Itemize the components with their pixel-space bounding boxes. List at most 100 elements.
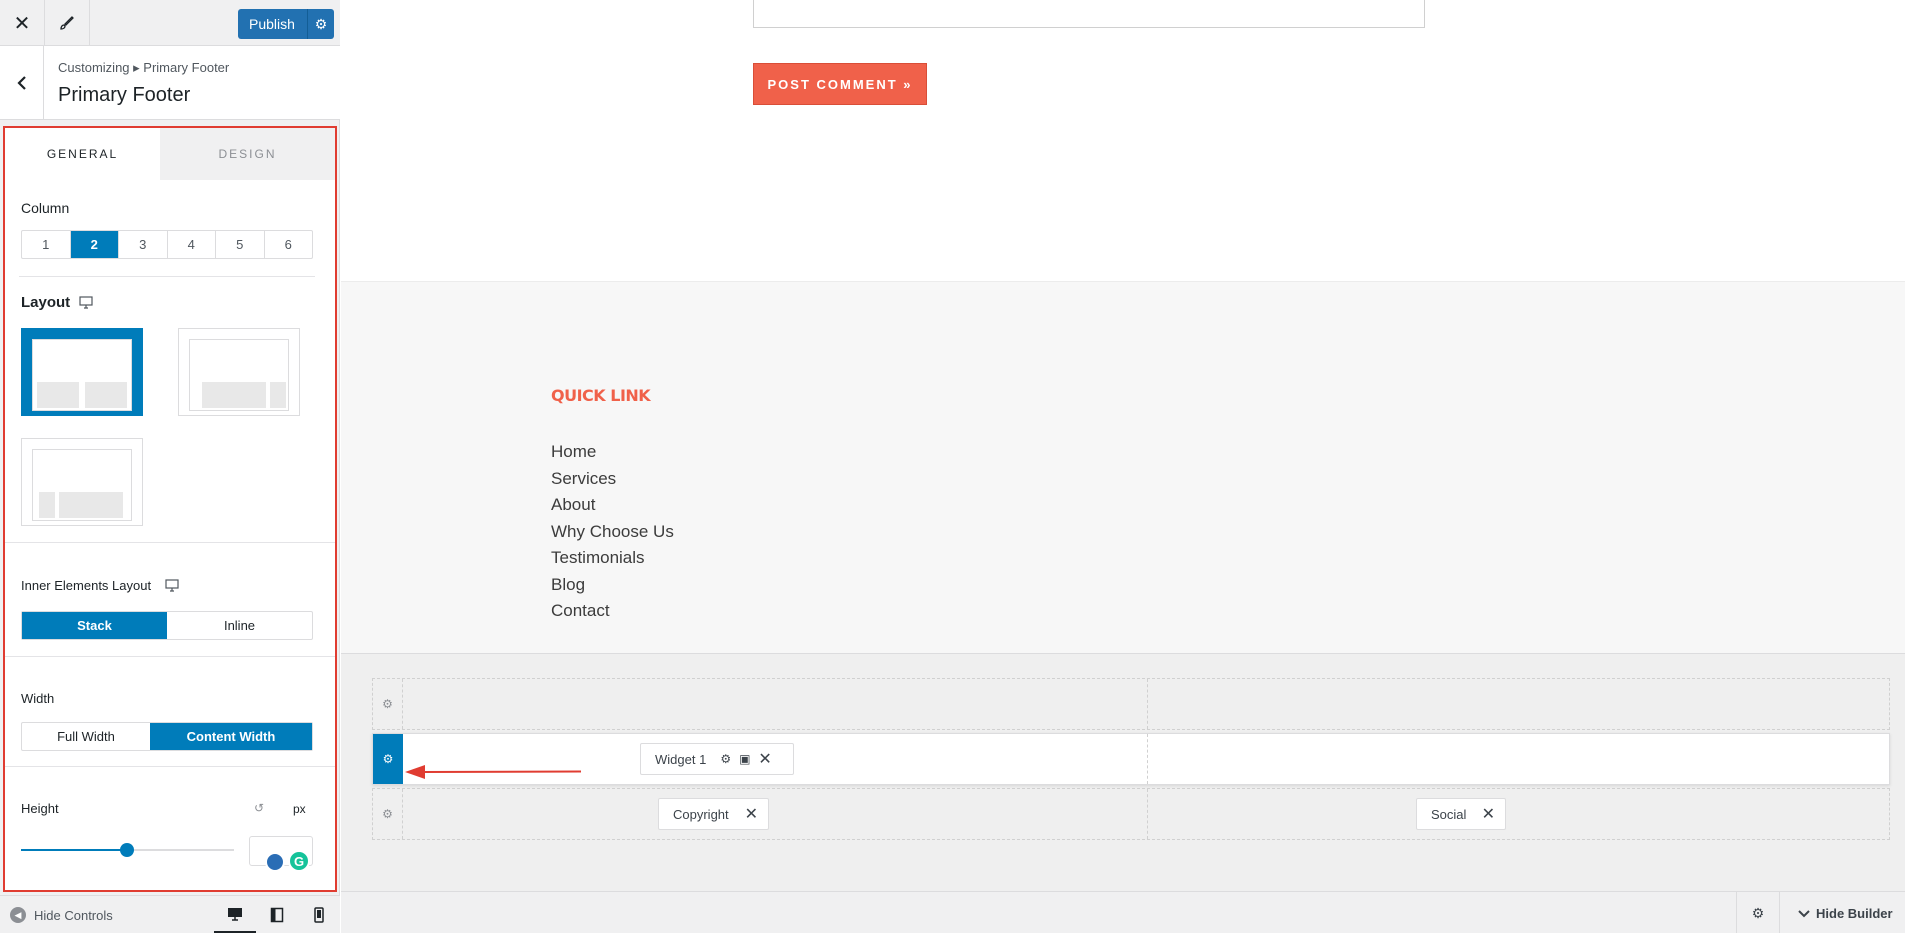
- footer-link-home[interactable]: Home: [551, 439, 674, 466]
- settings-tabs: GENERAL DESIGN: [5, 128, 335, 180]
- column-divider: [1147, 789, 1148, 839]
- layout-option-equal[interactable]: [21, 328, 143, 416]
- tablet-preview-icon[interactable]: [256, 896, 298, 933]
- column-divider: [1147, 679, 1148, 729]
- column-option-2[interactable]: 2: [70, 231, 119, 258]
- column-option-6[interactable]: 6: [265, 231, 313, 258]
- hide-controls-label: Hide Controls: [34, 907, 113, 923]
- column-label: Column: [21, 200, 70, 216]
- footer-link-contact[interactable]: Contact: [551, 598, 674, 625]
- layout-block: [270, 382, 286, 408]
- close-icon[interactable]: ✕: [1482, 804, 1505, 824]
- footer-link-testimonials[interactable]: Testimonials: [551, 545, 674, 572]
- post-comment-button[interactable]: POST COMMENT »: [753, 63, 927, 105]
- builder-row-primary: ⚙ Widget 1 ⚙ ▣ ✕: [372, 733, 1890, 785]
- builder-row-above: ⚙: [372, 678, 1890, 730]
- close-icon[interactable]: ✕: [745, 804, 768, 824]
- column-option-5[interactable]: 5: [216, 231, 265, 258]
- customizer-sidebar: ✕ Publish ⚙ Customizing ▸ Primary Footer…: [0, 0, 340, 933]
- comment-textarea[interactable]: [753, 0, 1425, 28]
- section-header: Customizing ▸ Primary Footer Primary Foo…: [0, 46, 340, 120]
- assistant-icon[interactable]: [265, 852, 285, 872]
- inner-layout-toggle: Stack Inline: [21, 611, 313, 640]
- hide-builder-label: Hide Builder: [1816, 905, 1893, 921]
- publish-label: Publish: [249, 16, 295, 32]
- width-toggle: Full Width Content Width: [21, 722, 313, 751]
- footer-link-about[interactable]: About: [551, 492, 674, 519]
- width-label: Width: [21, 691, 55, 706]
- inner-layout-label: Inner Elements Layout: [21, 578, 152, 593]
- height-slider-fill: [21, 849, 127, 851]
- social-label: Social: [1431, 806, 1467, 822]
- builder-settings-gear-icon[interactable]: ⚙: [1736, 892, 1780, 933]
- footer-link-services[interactable]: Services: [551, 466, 674, 493]
- footer-link-why-choose-us[interactable]: Why Choose Us: [551, 519, 674, 546]
- site-preview: POST COMMENT » QUICK LINK Home Services …: [341, 0, 1905, 933]
- paintbrush-icon[interactable]: [45, 0, 90, 46]
- gear-icon[interactable]: ⚙: [720, 752, 731, 766]
- copyright-label: Copyright: [673, 806, 729, 822]
- divider: [5, 656, 335, 657]
- layout-block: [37, 382, 79, 408]
- close-icon[interactable]: ✕: [0, 0, 45, 46]
- publish-settings-icon[interactable]: ⚙: [307, 9, 334, 39]
- customizer-topbar: ✕ Publish ⚙: [0, 0, 340, 46]
- column-option-4[interactable]: 4: [168, 231, 216, 258]
- close-icon[interactable]: ✕: [758, 749, 771, 769]
- row-settings-gear-icon[interactable]: ⚙: [373, 679, 403, 729]
- layout-preview: [32, 339, 132, 411]
- quick-link-title: QUICK LINK: [551, 386, 651, 405]
- chevron-down-icon: [1798, 906, 1810, 921]
- breadcrumb: Customizing ▸ Primary Footer: [58, 60, 230, 75]
- column-divider: [1147, 734, 1148, 784]
- layout-label: Layout: [21, 294, 71, 311]
- grammarly-icon[interactable]: G: [288, 850, 310, 872]
- social-chip[interactable]: Social ✕: [1416, 798, 1506, 830]
- hide-builder-button[interactable]: Hide Builder: [1798, 892, 1893, 933]
- layout-option-left-wide[interactable]: [178, 328, 300, 416]
- content-width-option[interactable]: Content Width: [150, 723, 312, 750]
- inline-option[interactable]: Inline: [167, 612, 312, 639]
- reset-icon[interactable]: ↺: [254, 801, 264, 815]
- back-chevron-icon[interactable]: [0, 46, 44, 120]
- annotation-arrow: [405, 765, 582, 779]
- builder-row-below: ⚙ Copyright ✕ Social ✕: [372, 788, 1890, 840]
- column-option-3[interactable]: 3: [119, 231, 168, 258]
- layout-preview: [32, 449, 132, 521]
- widget1-label: Widget 1: [655, 751, 707, 767]
- publish-button[interactable]: Publish ⚙: [238, 9, 334, 39]
- tab-design[interactable]: DESIGN: [160, 128, 335, 180]
- footer-link-blog[interactable]: Blog: [551, 572, 674, 599]
- mobile-preview-icon[interactable]: [298, 896, 340, 933]
- column-option-1[interactable]: 1: [22, 231, 71, 258]
- tab-general[interactable]: GENERAL: [5, 128, 160, 180]
- widget1-chip[interactable]: Widget 1 ⚙ ▣ ✕: [640, 743, 794, 775]
- widget-edit-icon[interactable]: ▣: [739, 752, 750, 766]
- desktop-icon[interactable]: [79, 296, 93, 314]
- height-slider-thumb[interactable]: [120, 843, 134, 857]
- unit-label[interactable]: px: [293, 802, 306, 816]
- full-width-option[interactable]: Full Width: [22, 723, 150, 750]
- row-settings-gear-icon[interactable]: ⚙: [373, 789, 403, 839]
- sidebar-footer: ◀ Hide Controls: [0, 895, 340, 933]
- layout-block: [39, 492, 55, 518]
- hide-controls-button[interactable]: ◀ Hide Controls: [10, 896, 113, 933]
- height-label: Height: [21, 801, 59, 816]
- divider: [5, 542, 335, 543]
- row-settings-gear-icon[interactable]: ⚙: [373, 734, 403, 784]
- layout-block: [59, 492, 123, 518]
- divider: [19, 276, 315, 277]
- layout-preview: [189, 339, 289, 411]
- copyright-chip[interactable]: Copyright ✕: [658, 798, 769, 830]
- column-selector: 1 2 3 4 5 6: [21, 230, 313, 259]
- desktop-preview-icon[interactable]: [214, 896, 256, 933]
- layout-block: [202, 382, 266, 408]
- stack-option[interactable]: Stack: [22, 612, 167, 639]
- site-footer: QUICK LINK Home Services About Why Choos…: [341, 281, 1905, 653]
- divider: [5, 766, 335, 767]
- layout-option-right-wide[interactable]: [21, 438, 143, 526]
- desktop-icon[interactable]: [165, 579, 179, 597]
- builder-toolbar: ⚙ Hide Builder: [341, 891, 1905, 933]
- device-switcher: [214, 896, 340, 933]
- collapse-icon: ◀: [10, 907, 26, 923]
